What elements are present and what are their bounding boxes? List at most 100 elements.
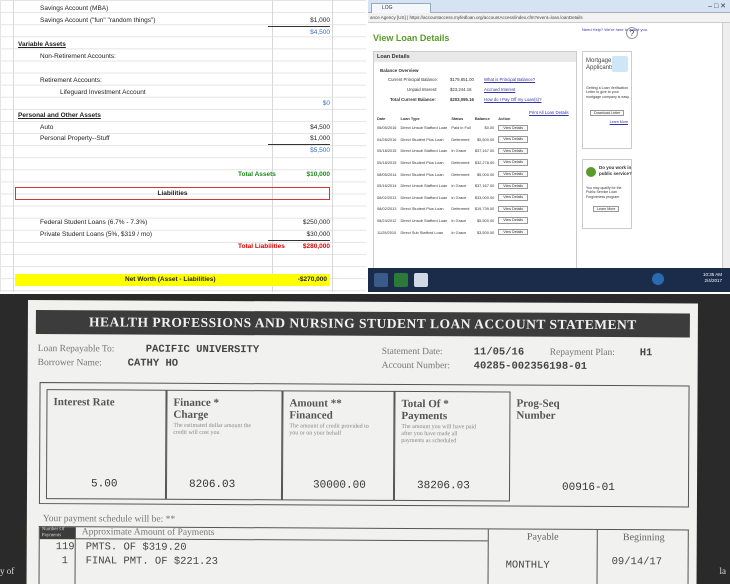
- spreadsheet-row[interactable]: Non-Retirement Accounts:: [0, 52, 366, 62]
- browser-tab-bar: LOG – □ ✕: [368, 0, 730, 13]
- finance-charge-value: 8206.03: [189, 478, 236, 492]
- address-bar[interactable]: ance Agency [US] | https://accountaccess…: [368, 13, 730, 23]
- edge-text-left: y of: [0, 566, 15, 576]
- beginning-value: 09/14/17: [611, 556, 663, 569]
- spreadsheet-row[interactable]: $5,500: [0, 146, 366, 156]
- row-value: $250,000: [302, 219, 330, 226]
- spreadsheet-row[interactable]: Auto $4,500: [0, 123, 366, 133]
- row-value: $10,000: [306, 171, 331, 178]
- excel-icon[interactable]: [394, 273, 408, 287]
- spreadsheet-row[interactable]: Personal Property--Stuff $1,000: [0, 134, 366, 145]
- start-icon[interactable]: [374, 273, 388, 287]
- window-controls[interactable]: – □ ✕: [708, 2, 726, 10]
- public-service-text: You may qualify for the Public Service L…: [586, 186, 622, 199]
- help-taskbar-icon[interactable]: [652, 273, 664, 285]
- spreadsheet-row[interactable]: Variable Assets: [0, 40, 366, 50]
- amount-financed-value: 30000.00: [313, 479, 366, 492]
- loans-table-header: Balance: [474, 116, 490, 121]
- loan-action: View Details: [496, 134, 530, 146]
- loan-type: Direct Student Plus Loan: [400, 136, 444, 142]
- repayment-plan-value: H1: [639, 347, 653, 360]
- spreadsheet-row[interactable]: Private Student Loans (5%, $319 / mo) $30…: [0, 230, 366, 241]
- spreadsheet-row[interactable]: Federal Student Loans (6.7% - 7.3%) $250,…: [0, 218, 366, 228]
- view-details-button[interactable]: View Details: [498, 147, 529, 155]
- spreadsheet-row[interactable]: Personal and Other Assets: [0, 111, 366, 121]
- spreadsheet-row[interactable]: Savings Account ("fun" "random things") $…: [0, 16, 366, 27]
- spreadsheet-row[interactable]: Total Liabilities $280,000: [0, 242, 366, 252]
- mortgage-text: Getting a Loan Verification Letter to gi…: [586, 86, 630, 99]
- panel-title: Loan Details: [374, 52, 576, 62]
- liabilities-header[interactable]: Liabilities: [15, 187, 330, 200]
- loan-date: 11/29/2010: [377, 229, 397, 235]
- row-value: $5,500: [310, 147, 330, 154]
- statement-photo: y of la HEALTH PROFESSIONS AND NURSING S…: [0, 294, 730, 584]
- window-icon[interactable]: [414, 273, 428, 287]
- account-number-label: Account Number:: [381, 360, 451, 372]
- finance-charge-header: Finance * Charge: [173, 396, 220, 421]
- view-details-button[interactable]: View Details: [498, 182, 529, 190]
- loan-date: 08/02/2013: [377, 206, 397, 212]
- view-details-button[interactable]: View Details: [498, 217, 529, 224]
- row-value: $1,000: [268, 134, 330, 145]
- sched-row2-count: 1: [61, 555, 68, 568]
- loan-type: Direct Unsub Stafford Loan: [400, 125, 448, 131]
- loan-balance: $32,278.00: [474, 160, 495, 166]
- spreadsheet-row[interactable]: [0, 158, 366, 168]
- loan-balance: $37,167.00: [474, 148, 495, 154]
- loan-date: 04/28/2016: [377, 136, 397, 142]
- view-details-button[interactable]: View Details: [498, 205, 529, 213]
- loan-status: Deferment: [451, 171, 470, 177]
- public-learn-more-button[interactable]: Learn More: [593, 206, 620, 212]
- loan-action: View Details: [496, 215, 530, 227]
- repayment-plan-label: Repayment Plan:: [549, 347, 615, 359]
- loan-row: 08/02/2013 Direct Student Plus Loan Deferm…: [375, 203, 530, 215]
- borrower-value: CATHY HO: [127, 357, 179, 370]
- principal-help-link[interactable]: What is Principal Balance?: [484, 77, 535, 82]
- row-label: Personal and Other Assets: [18, 112, 101, 119]
- view-details-button[interactable]: View Details: [498, 159, 529, 166]
- repayable-to-label: Loan Repayable To:: [37, 344, 115, 355]
- row-value: $30,000: [268, 230, 330, 241]
- view-details-button[interactable]: View Details: [498, 228, 529, 236]
- help-icon[interactable]: ?: [626, 27, 638, 39]
- loan-action: View Details: [496, 226, 530, 238]
- spreadsheet-row[interactable]: Total Assets $10,000: [0, 170, 366, 180]
- amount-financed-header: Amount ** Financed: [289, 397, 342, 422]
- loan-date: 08/24/2012: [377, 218, 397, 224]
- loan-row: 05/18/2015 Direct Student Plus Loan Deferm…: [375, 157, 530, 169]
- principal-value: $179,851.00: [450, 77, 474, 82]
- amount-financed-cell: Amount ** Financed The amount of credit …: [281, 390, 395, 501]
- mortgage-title: Mortgage Applicants: [586, 58, 614, 71]
- loan-action: View Details: [496, 122, 530, 134]
- spreadsheet-row[interactable]: $4,500: [0, 28, 366, 38]
- balance-overview-title: Balance Overview: [380, 68, 419, 73]
- spreadsheet-row[interactable]: Lifeguard Investment Account: [0, 88, 366, 98]
- loan-action: View Details: [496, 145, 530, 157]
- row-label: Savings Account ("fun" "random things"): [40, 17, 156, 24]
- net-worth-row[interactable]: Net Worth (Asset - Liabilities) -$270,00…: [15, 274, 330, 286]
- loan-status: In Grace: [451, 148, 467, 154]
- loan-status: Deferment: [451, 206, 470, 212]
- download-letter-button[interactable]: Download Letter: [590, 110, 625, 116]
- edge-text-right: la: [719, 566, 727, 576]
- statement-header: HEALTH PROFESSIONS AND NURSING STUDENT L…: [35, 310, 690, 338]
- browser-tab[interactable]: LOG: [371, 3, 431, 13]
- badge-icon: [586, 167, 596, 177]
- need-help-link[interactable]: Need Help? We're here to assist you.: [582, 27, 648, 32]
- view-details-button[interactable]: View Details: [498, 124, 529, 132]
- accrued-interest-link[interactable]: Accrued Interest: [484, 87, 515, 92]
- view-details-button[interactable]: View Details: [498, 170, 529, 178]
- learn-more-link[interactable]: Learn More: [610, 120, 628, 124]
- payoff-link[interactable]: How do I Pay Off my Loan(s)?: [484, 97, 541, 102]
- loan-status: In Grace: [451, 218, 467, 224]
- page-scrollbar[interactable]: [722, 23, 730, 268]
- spreadsheet-row[interactable]: Retirement Accounts:: [0, 76, 366, 86]
- sched-payable-header: Payable: [487, 529, 598, 584]
- spreadsheet-row[interactable]: $0: [0, 99, 366, 109]
- loan-status: Deferment: [451, 160, 470, 166]
- view-details-button[interactable]: View Details: [498, 194, 529, 201]
- print-link[interactable]: Print All Loan Details: [529, 110, 569, 115]
- spreadsheet-row[interactable]: Savings Account (MBA): [0, 4, 366, 14]
- view-details-button[interactable]: View Details: [498, 136, 529, 143]
- spreadsheet-row[interactable]: [0, 64, 366, 74]
